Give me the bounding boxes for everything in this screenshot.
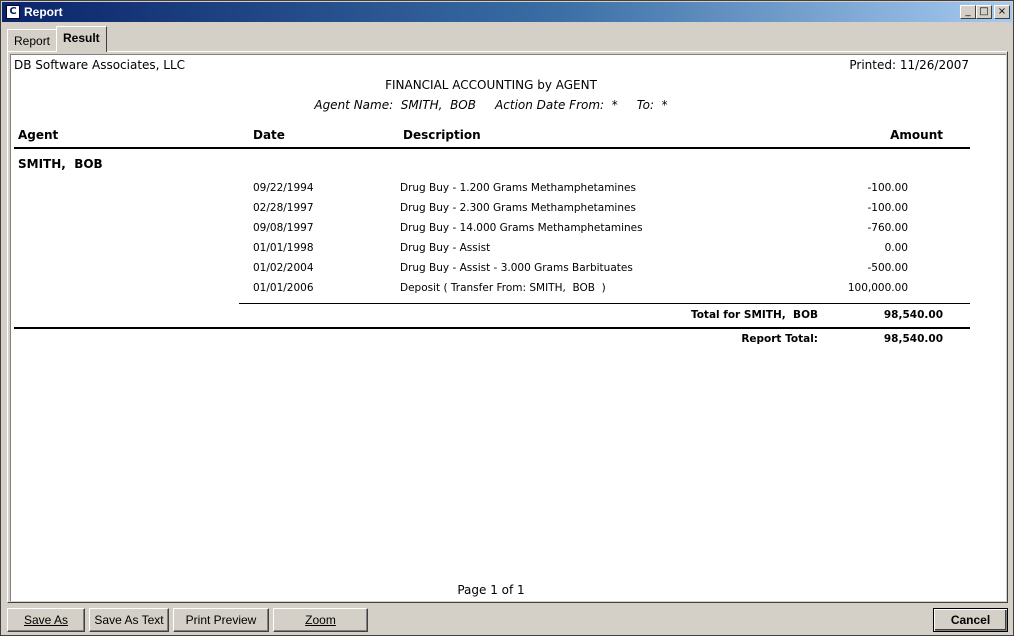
row-description: Drug Buy - 1.200 Grams Methamphetamines — [400, 182, 636, 194]
cancel-button[interactable]: Cancel — [933, 608, 1008, 632]
agent-group-name: SMITH, BOB — [18, 157, 103, 171]
print-preview-label: Print Preview — [185, 613, 257, 627]
row-date: 09/08/1997 — [253, 222, 314, 234]
report-viewer[interactable]: DB Software Associates, LLC Printed: 11/… — [10, 54, 1006, 601]
subtotal-label: Total for SMITH, BOB — [690, 309, 818, 321]
total-divider — [14, 327, 970, 329]
page-number: Page 1 of 1 — [457, 583, 525, 597]
minimize-icon[interactable]: _ — [960, 5, 976, 19]
row-description: Deposit ( Transfer From: SMITH, BOB ) — [400, 282, 606, 294]
tab-result[interactable]: Result — [56, 26, 107, 52]
header-divider — [14, 147, 970, 149]
table-row: 09/08/1997 Drug Buy - 14.000 Grams Metha… — [11, 222, 971, 242]
header-amount: Amount — [890, 128, 943, 142]
row-date: 01/01/2006 — [253, 282, 314, 294]
subtotal-divider — [239, 303, 970, 304]
print-preview-button[interactable]: Print Preview — [173, 608, 269, 632]
row-amount: -760.00 — [867, 222, 908, 234]
table-row: 01/01/1998 Drug Buy - Assist 0.00 — [11, 242, 971, 262]
save-as-button[interactable]: Save As — [7, 608, 85, 632]
row-description: Drug Buy - 2.300 Grams Methamphetamines — [400, 202, 636, 214]
row-date: 09/22/1994 — [253, 182, 314, 194]
company-name: DB Software Associates, LLC — [14, 58, 186, 72]
row-amount: -100.00 — [867, 202, 908, 214]
report-window: C Report _ □ × Report Result DB Software… — [0, 0, 1014, 636]
save-as-text-label: Save As Text — [94, 613, 164, 627]
report-title: FINANCIAL ACCOUNTING by AGENT — [385, 78, 597, 92]
header-agent: Agent — [18, 128, 59, 142]
title-bar[interactable]: C Report _ □ × — [2, 2, 1012, 22]
row-description: Drug Buy - Assist — [400, 242, 491, 254]
row-date: 02/28/1997 — [253, 202, 314, 214]
table-row: 02/28/1997 Drug Buy - 2.300 Grams Metham… — [11, 202, 971, 222]
cancel-label: Cancel — [950, 613, 991, 627]
header-date: Date — [253, 128, 285, 142]
row-date: 01/02/2004 — [253, 262, 314, 274]
table-row: 01/02/2004 Drug Buy - Assist - 3.000 Gra… — [11, 262, 971, 282]
row-amount: 100,000.00 — [847, 282, 908, 294]
row-amount: -100.00 — [867, 182, 908, 194]
maximize-icon[interactable]: □ — [976, 5, 992, 19]
subtotal-value: 98,540.00 — [883, 309, 943, 321]
printed-date: Printed: 11/26/2007 — [849, 58, 969, 72]
row-description: Drug Buy - 14.000 Grams Methamphetamines — [400, 222, 643, 234]
save-as-label: Save As — [23, 613, 69, 627]
table-row: 09/22/1994 Drug Buy - 1.200 Grams Metham… — [11, 182, 971, 202]
tab-report[interactable]: Report — [7, 29, 58, 51]
app-icon[interactable]: C — [6, 5, 20, 19]
zoom-label: Zoom — [305, 613, 336, 627]
window-title: Report — [24, 5, 63, 19]
close-icon[interactable]: × — [994, 5, 1010, 19]
row-amount: 0.00 — [884, 242, 908, 254]
row-date: 01/01/1998 — [253, 242, 314, 254]
table-row: 01/01/2006 Deposit ( Transfer From: SMIT… — [11, 282, 971, 302]
save-as-text-button[interactable]: Save As Text — [89, 608, 169, 632]
header-description: Description — [403, 128, 481, 142]
report-total-label: Report Total: — [741, 333, 818, 345]
report-subtitle: Agent Name: SMITH, BOB Action Date From:… — [314, 98, 668, 112]
report-total-value: 98,540.00 — [883, 333, 943, 345]
row-description: Drug Buy - Assist - 3.000 Grams Barbitua… — [400, 262, 633, 274]
row-amount: -500.00 — [867, 262, 908, 274]
zoom-button[interactable]: Zoom — [273, 608, 368, 632]
